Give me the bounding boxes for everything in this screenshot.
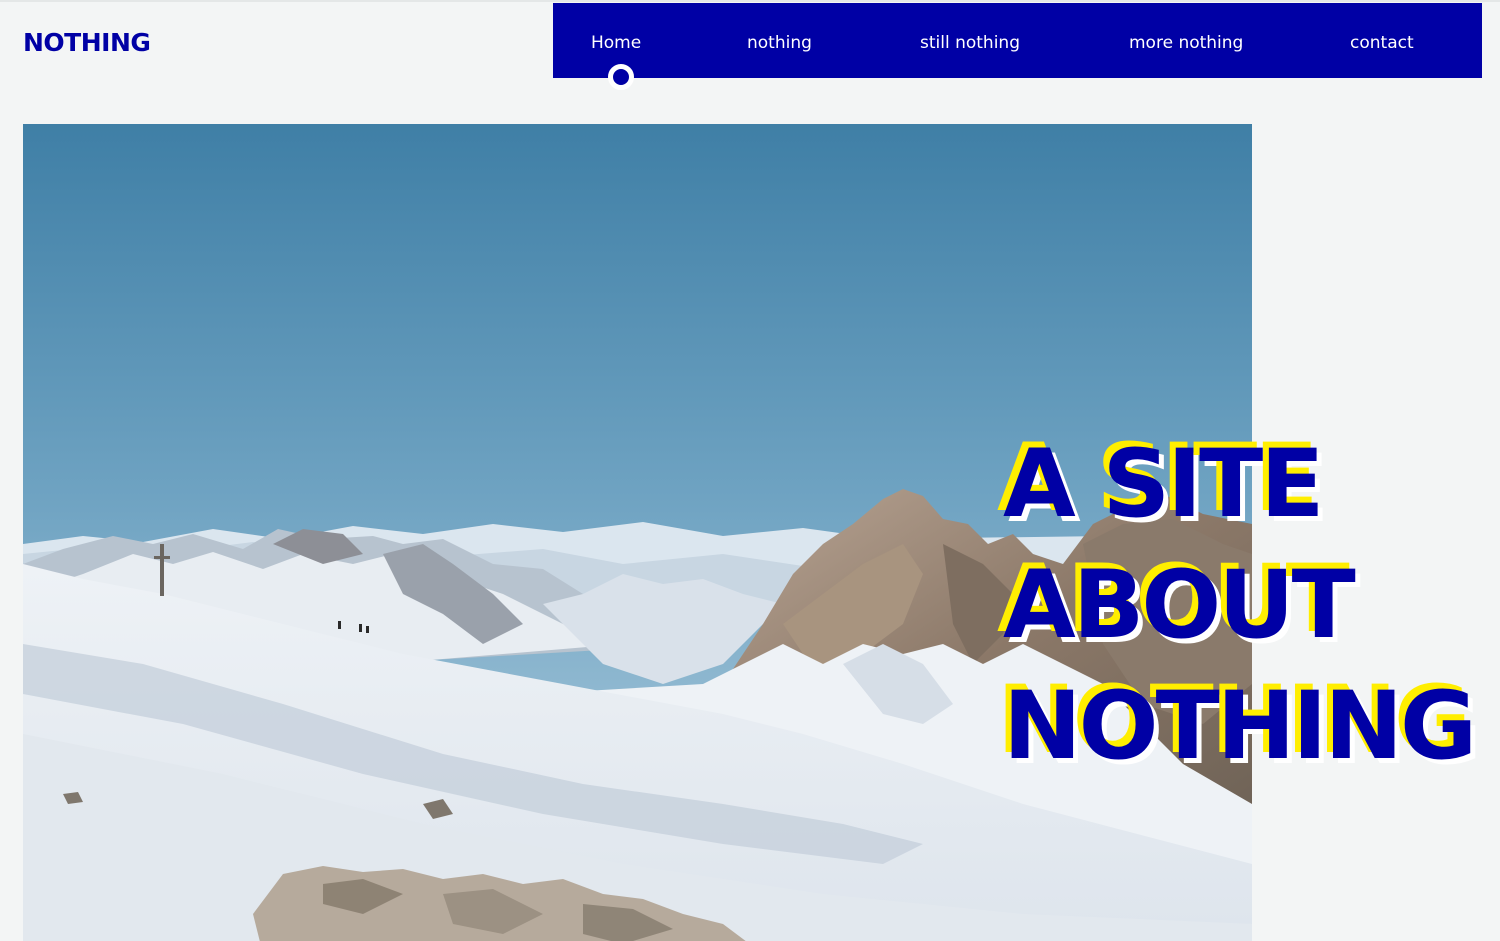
headline-line-2: ABOUT bbox=[1003, 551, 1356, 660]
site-logo[interactable]: NOTHING bbox=[23, 26, 151, 60]
hero-headline: A SITE ABOUT NOTHING bbox=[1003, 424, 1477, 787]
nav-item-more-nothing[interactable]: more nothing bbox=[1129, 3, 1243, 78]
page: NOTHING Home nothing still nothing more … bbox=[0, 0, 1500, 941]
nav-item-nothing[interactable]: nothing bbox=[747, 3, 812, 78]
main-nav: Home nothing still nothing more nothing … bbox=[553, 3, 1482, 90]
headline-line-3: NOTHING bbox=[1003, 672, 1477, 781]
nav-item-still-nothing[interactable]: still nothing bbox=[920, 3, 1020, 78]
top-border bbox=[0, 0, 1500, 2]
active-indicator-dot bbox=[608, 64, 634, 90]
nav-item-contact[interactable]: contact bbox=[1350, 3, 1414, 78]
headline-line-1: A SITE bbox=[1003, 430, 1324, 539]
